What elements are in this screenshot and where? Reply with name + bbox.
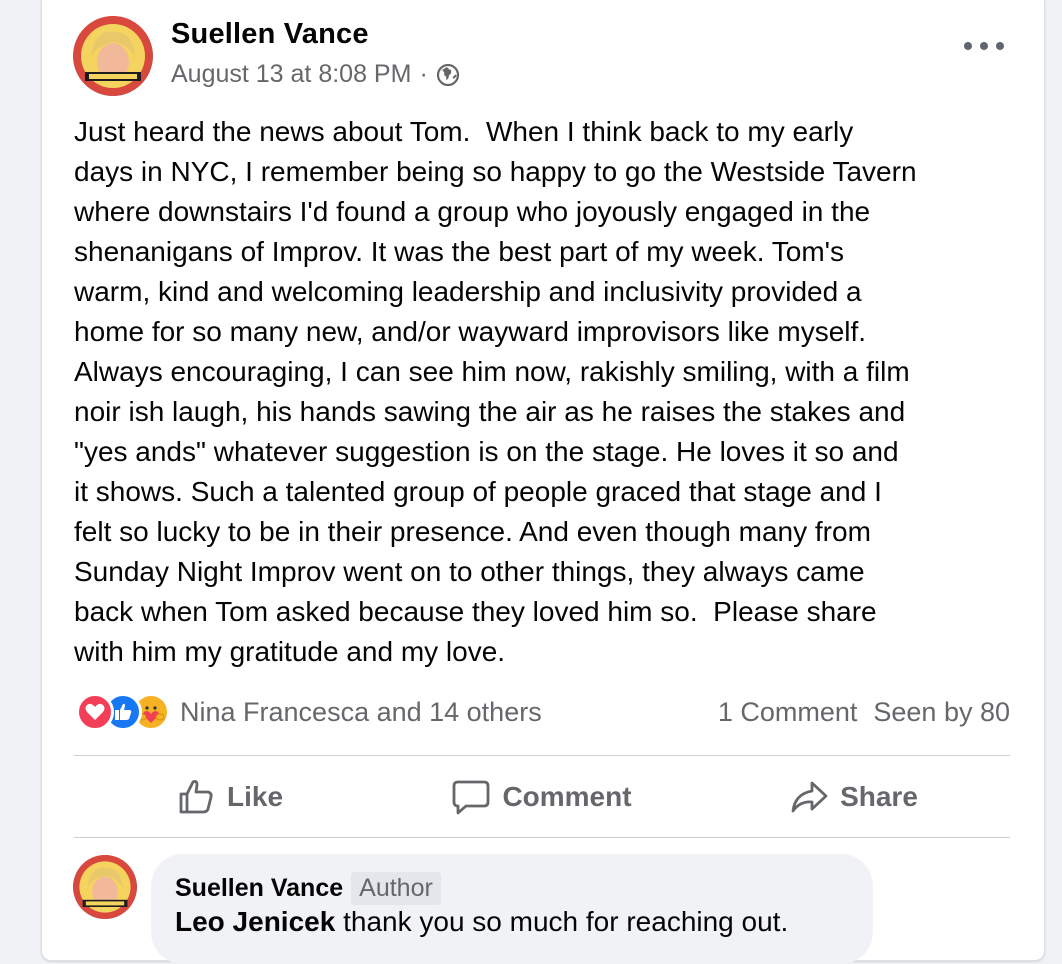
- mention-link[interactable]: Leo Jenicek: [175, 906, 335, 937]
- comment-text: Leo Jenicek thank you so much for reachi…: [175, 906, 788, 938]
- post-author-name[interactable]: Suellen Vance: [171, 18, 369, 51]
- share-button[interactable]: Share: [698, 757, 1010, 837]
- post-card: Suellen Vance August 13 at 8:08 PM · Jus…: [41, 0, 1045, 964]
- comment-count[interactable]: 1 Comment: [718, 697, 858, 728]
- comment-label: Comment: [502, 781, 632, 812]
- reactor-names[interactable]: Nina Francesca and 14 others: [180, 697, 542, 728]
- love-reaction-icon: [76, 693, 114, 731]
- post-timestamp[interactable]: August 13 at 8:08 PM: [171, 60, 411, 89]
- post-stats: 1 Comment Seen by 80: [718, 697, 1010, 728]
- post-body-text: Just heard the news about Tom. When I th…: [74, 116, 917, 667]
- globe-icon[interactable]: [436, 63, 460, 87]
- meta-separator: ·: [419, 60, 428, 88]
- post-action-bar: Like Comment Share: [74, 757, 1010, 837]
- like-button[interactable]: Like: [74, 757, 386, 837]
- comment-button[interactable]: Comment: [386, 757, 698, 837]
- author-badge: Author: [351, 872, 441, 905]
- thumbs-up-icon: [179, 780, 213, 814]
- share-label: Share: [840, 781, 918, 812]
- comment-bubble: Suellen Vance Author Leo Jenicek thank y…: [151, 854, 873, 964]
- share-icon: [791, 781, 828, 813]
- commenter-avatar[interactable]: [73, 855, 137, 919]
- author-avatar[interactable]: [73, 16, 153, 96]
- more-options-icon[interactable]: [964, 36, 1004, 56]
- reaction-summary[interactable]: Nina Francesca and 14 others: [76, 693, 542, 731]
- comment-icon: [453, 780, 490, 815]
- divider: [74, 755, 1010, 756]
- comment-body: thank you so much for reaching out.: [335, 906, 789, 937]
- seen-by-count[interactable]: Seen by 80: [873, 697, 1010, 728]
- comment-header: Suellen Vance Author: [175, 872, 441, 905]
- comment-author-name[interactable]: Suellen Vance: [175, 874, 343, 903]
- divider: [74, 837, 1010, 838]
- like-label: Like: [226, 781, 284, 812]
- post-meta: August 13 at 8:08 PM ·: [171, 60, 460, 89]
